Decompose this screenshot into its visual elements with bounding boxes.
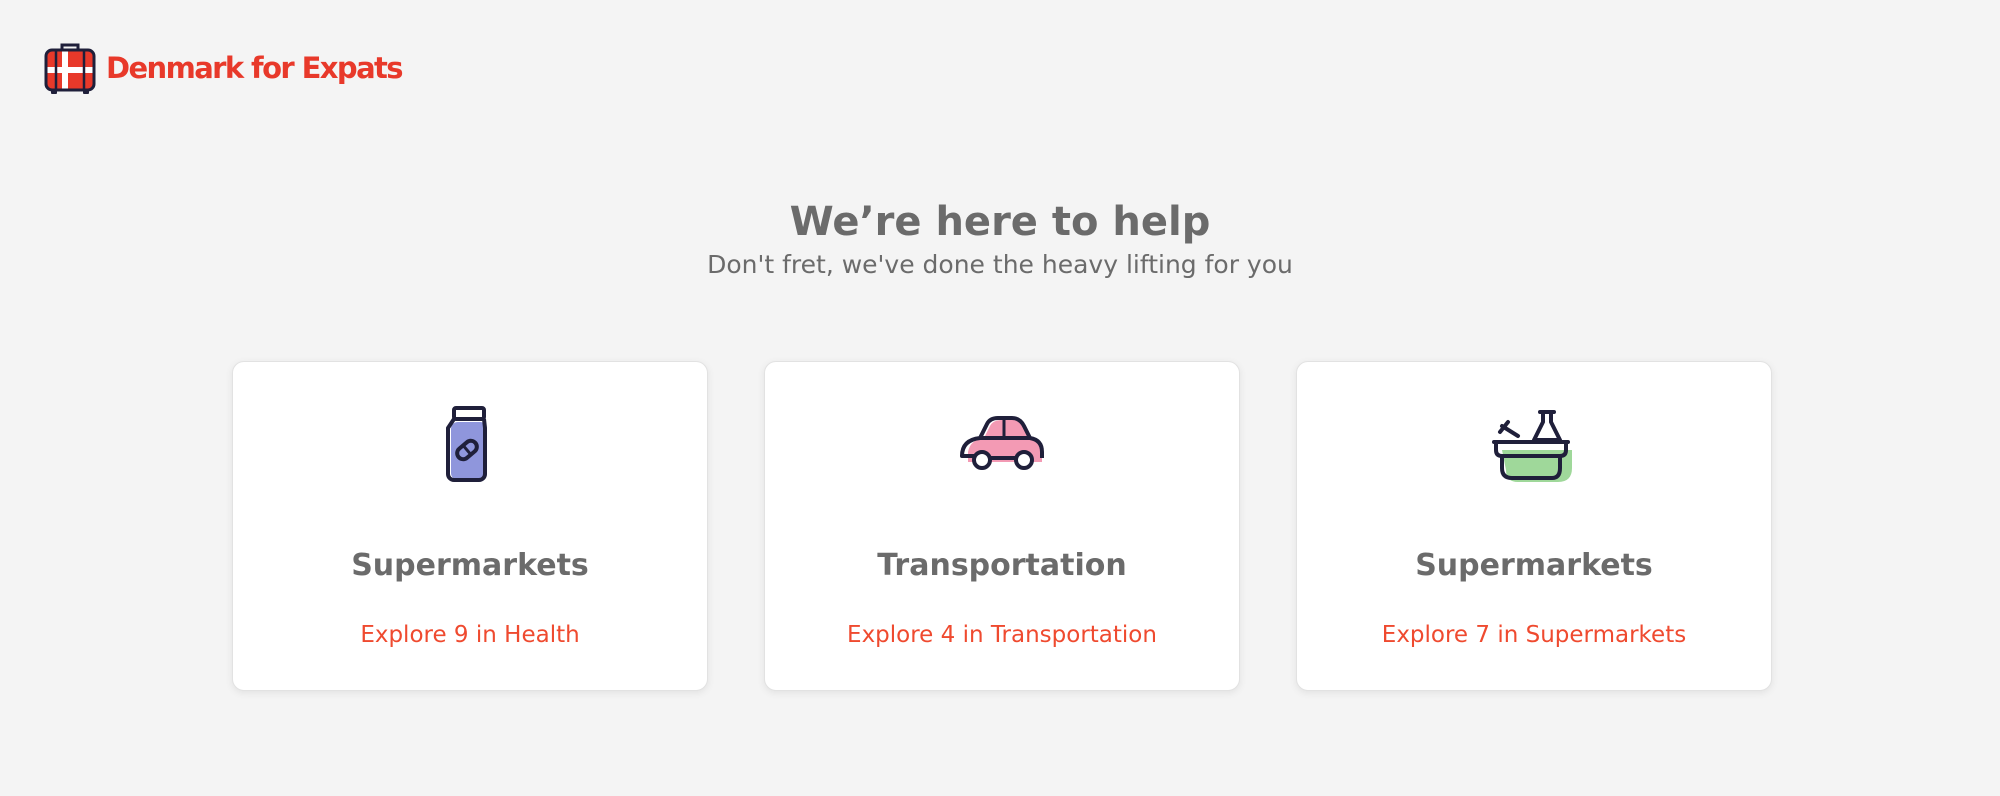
- hero-title: We’re here to help: [789, 199, 1211, 245]
- explore-transportation-link[interactable]: Explore 4 in Transportation: [765, 622, 1239, 648]
- explore-health-link[interactable]: Explore 9 in Health: [233, 622, 707, 648]
- category-cards: Supermarkets Explore 9 in Health Transpo…: [232, 361, 1772, 691]
- suitcase-icon: [42, 40, 98, 96]
- category-card-health[interactable]: Supermarkets Explore 9 in Health: [232, 361, 708, 691]
- category-card-transportation[interactable]: Transportation Explore 4 in Transportati…: [764, 361, 1240, 691]
- card-title: Supermarkets: [1415, 548, 1653, 583]
- medicine-jar-icon: [424, 406, 516, 486]
- card-title: Supermarkets: [351, 548, 589, 583]
- car-icon: [956, 406, 1048, 486]
- hero-subtitle: Don't fret, we've done the heavy lifting…: [707, 250, 1293, 279]
- card-title: Transportation: [877, 548, 1127, 583]
- logo-link[interactable]: Denmark for Expats: [42, 40, 404, 96]
- category-card-supermarkets[interactable]: Supermarkets Explore 7 in Supermarkets: [1296, 361, 1772, 691]
- hero-section: We’re here to help Don't fret, we've don…: [0, 196, 2000, 282]
- grocery-basket-icon: [1488, 406, 1580, 486]
- logo-text: Denmark for Expats: [106, 51, 404, 85]
- explore-supermarkets-link[interactable]: Explore 7 in Supermarkets: [1297, 622, 1771, 648]
